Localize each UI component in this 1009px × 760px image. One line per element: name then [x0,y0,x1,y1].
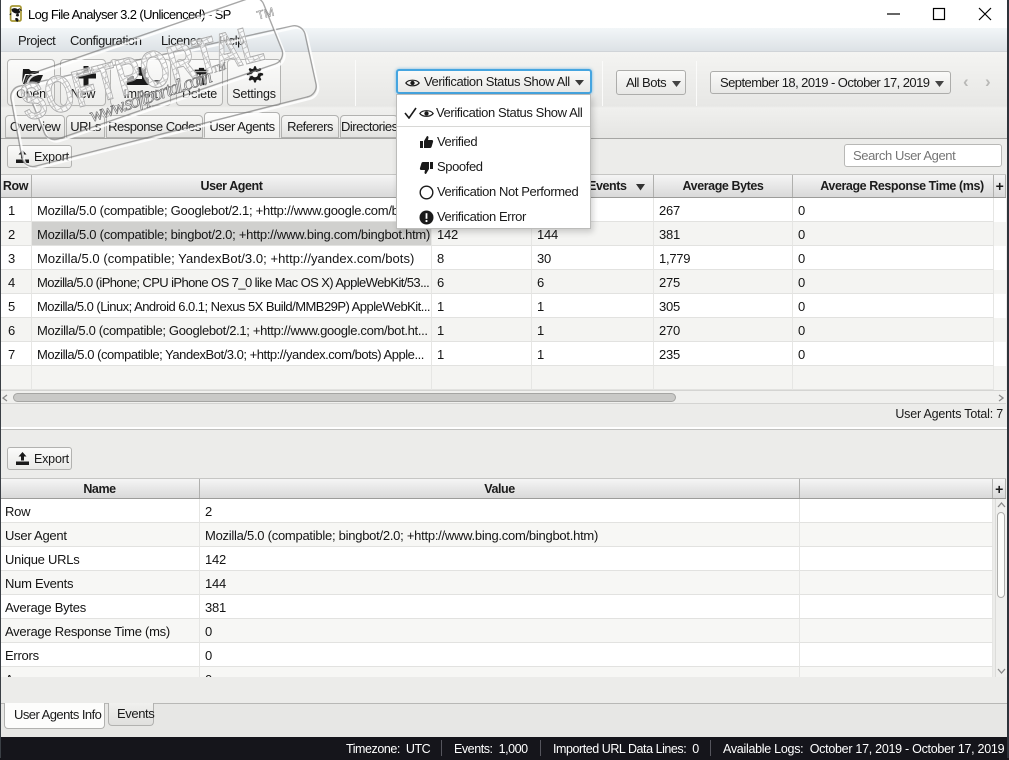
svg-text:SOFTPORTAL: SOFTPORTAL [14,14,269,132]
svg-text:TM: TM [255,5,275,23]
